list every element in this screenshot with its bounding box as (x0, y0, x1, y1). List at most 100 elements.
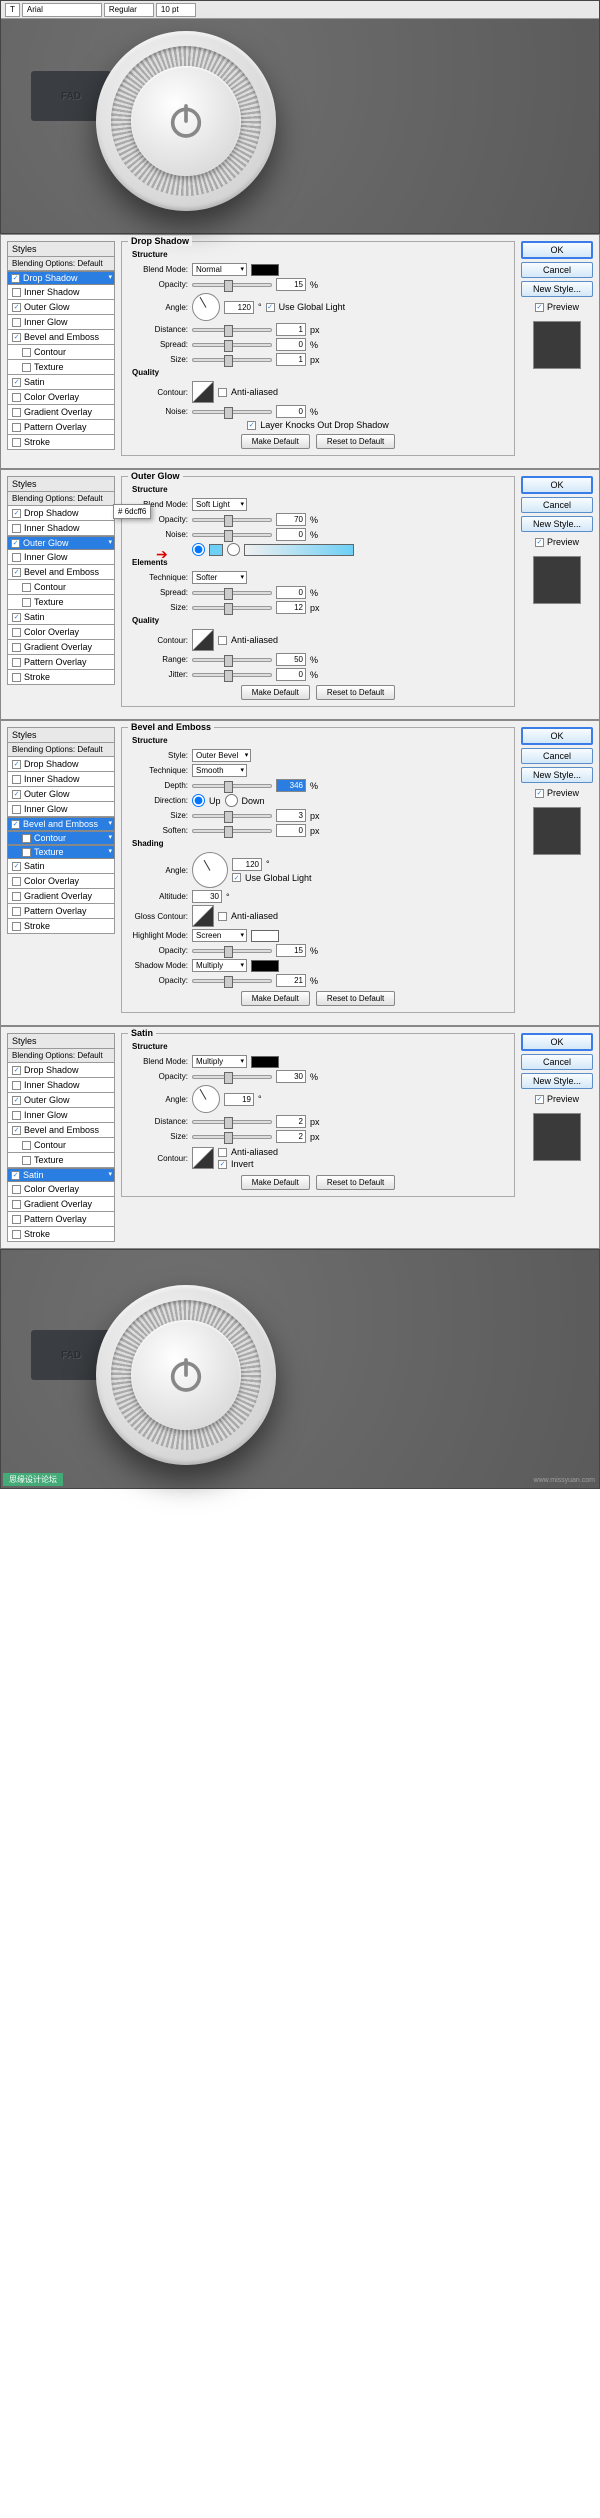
style-satin[interactable]: Satin (7, 375, 115, 390)
new-style-button[interactable]: New Style... (521, 767, 593, 783)
style-contour[interactable]: Contour (7, 580, 115, 595)
style-gradient-overlay[interactable]: Gradient Overlay (7, 1197, 115, 1212)
cancel-button[interactable]: Cancel (521, 262, 593, 278)
style-outer-glow[interactable]: Outer Glow (7, 1093, 115, 1108)
new-style-button[interactable]: New Style... (521, 1073, 593, 1089)
size-input[interactable]: 3 (276, 809, 306, 822)
style-outer-glow[interactable]: Outer Glow (7, 536, 115, 550)
style-satin[interactable]: Satin (7, 859, 115, 874)
shadow-swatch[interactable] (251, 960, 279, 972)
style-bevel[interactable]: Bevel and Emboss (7, 330, 115, 345)
color-swatch[interactable] (251, 1056, 279, 1068)
size-input[interactable]: 12 (276, 601, 306, 614)
cancel-button[interactable]: Cancel (521, 497, 593, 513)
style-stroke[interactable]: Stroke (7, 670, 115, 685)
make-default-button[interactable]: Make Default (241, 991, 310, 1006)
jitter-slider[interactable] (192, 673, 272, 677)
style-bevel[interactable]: Bevel and Emboss (7, 565, 115, 580)
style-color-overlay[interactable]: Color Overlay (7, 874, 115, 889)
style-contour[interactable]: Contour (7, 1138, 115, 1153)
opacity-slider[interactable] (192, 1075, 272, 1079)
spread-slider[interactable] (192, 343, 272, 347)
style-color-overlay[interactable]: Color Overlay (7, 390, 115, 405)
altitude-input[interactable]: 30 (192, 890, 222, 903)
soften-input[interactable]: 0 (276, 824, 306, 837)
style-texture[interactable]: Texture (7, 360, 115, 375)
angle-input[interactable]: 19 (224, 1093, 254, 1106)
aa-checkbox[interactable] (218, 1148, 227, 1157)
style-texture[interactable]: Texture (7, 1153, 115, 1168)
size-slider[interactable] (192, 1135, 272, 1139)
aa-checkbox[interactable] (218, 388, 227, 397)
style-stroke[interactable]: Stroke (7, 1227, 115, 1242)
checkbox[interactable] (12, 333, 21, 342)
aa-checkbox[interactable] (218, 636, 227, 645)
size-slider[interactable] (192, 358, 272, 362)
contour-picker[interactable] (192, 629, 214, 651)
blend-mode-select[interactable]: Normal (192, 263, 247, 276)
style-outer-glow[interactable]: Outer Glow (7, 300, 115, 315)
checkbox[interactable] (12, 438, 21, 447)
angle-widget[interactable] (192, 1085, 220, 1113)
style-inner-shadow[interactable]: Inner Shadow (7, 772, 115, 787)
soften-slider[interactable] (192, 829, 272, 833)
preview-checkbox[interactable] (535, 1095, 544, 1104)
noise-slider[interactable] (192, 410, 272, 414)
angle-widget[interactable] (192, 293, 220, 321)
style-inner-shadow[interactable]: Inner Shadow (7, 285, 115, 300)
shadow-opacity-slider[interactable] (192, 979, 272, 983)
style-inner-glow[interactable]: Inner Glow (7, 1108, 115, 1123)
blending-options[interactable]: Blending Options: Default (7, 257, 115, 271)
style-satin[interactable]: Satin (7, 1168, 115, 1182)
opacity-input[interactable]: 30 (276, 1070, 306, 1083)
make-default-button[interactable]: Make Default (241, 1175, 310, 1190)
range-input[interactable]: 50 (276, 653, 306, 666)
preview-checkbox[interactable] (535, 538, 544, 547)
checkbox[interactable] (12, 378, 21, 387)
style-contour[interactable]: Contour (7, 831, 115, 845)
checkbox[interactable] (12, 303, 21, 312)
opacity-input[interactable]: 70 (276, 513, 306, 526)
font-weight-select[interactable]: Regular (104, 3, 154, 17)
preview-checkbox[interactable] (535, 303, 544, 312)
angle-input[interactable]: 120 (224, 301, 254, 314)
contour-picker[interactable] (192, 1147, 214, 1169)
checkbox[interactable] (12, 288, 21, 297)
style-texture[interactable]: Texture (7, 595, 115, 610)
style-color-overlay[interactable]: Color Overlay (7, 1182, 115, 1197)
style-gradient-overlay[interactable]: Gradient Overlay (7, 889, 115, 904)
checkbox[interactable] (11, 274, 20, 283)
cancel-button[interactable]: Cancel (521, 748, 593, 764)
shadow-opacity-input[interactable]: 21 (276, 974, 306, 987)
font-family-select[interactable]: Arial (22, 3, 102, 17)
style-drop-shadow[interactable]: Drop Shadow (7, 506, 115, 521)
style-satin[interactable]: Satin (7, 610, 115, 625)
checkbox[interactable] (12, 423, 21, 432)
blend-mode-select[interactable]: Soft Light (192, 498, 247, 511)
style-bevel[interactable]: Bevel and Emboss (7, 817, 115, 831)
checkbox[interactable] (22, 363, 31, 372)
make-default-button[interactable]: Make Default (241, 685, 310, 700)
style-drop-shadow[interactable]: Drop Shadow (7, 757, 115, 772)
style-inner-glow[interactable]: Inner Glow (7, 550, 115, 565)
spread-input[interactable]: 0 (276, 338, 306, 351)
style-outer-glow[interactable]: Outer Glow (7, 787, 115, 802)
glow-color-swatch[interactable] (209, 544, 223, 556)
reset-button[interactable]: Reset to Default (316, 685, 395, 700)
color-swatch[interactable] (251, 264, 279, 276)
tool-icon[interactable]: T (5, 3, 20, 17)
opacity-slider[interactable] (192, 518, 272, 522)
checkbox[interactable] (12, 393, 21, 402)
style-pattern-overlay[interactable]: Pattern Overlay (7, 904, 115, 919)
style-gradient-overlay[interactable]: Gradient Overlay (7, 640, 115, 655)
depth-input[interactable]: 346 (276, 779, 306, 792)
global-light-checkbox[interactable] (266, 303, 275, 312)
global-light-checkbox[interactable] (232, 873, 241, 882)
angle-widget[interactable] (192, 852, 228, 888)
shadow-mode-select[interactable]: Multiply (192, 959, 247, 972)
distance-input[interactable]: 2 (276, 1115, 306, 1128)
highlight-opacity-slider[interactable] (192, 949, 272, 953)
checkbox[interactable] (12, 318, 21, 327)
ok-button[interactable]: OK (521, 476, 593, 494)
opacity-input[interactable]: 15 (276, 278, 306, 291)
